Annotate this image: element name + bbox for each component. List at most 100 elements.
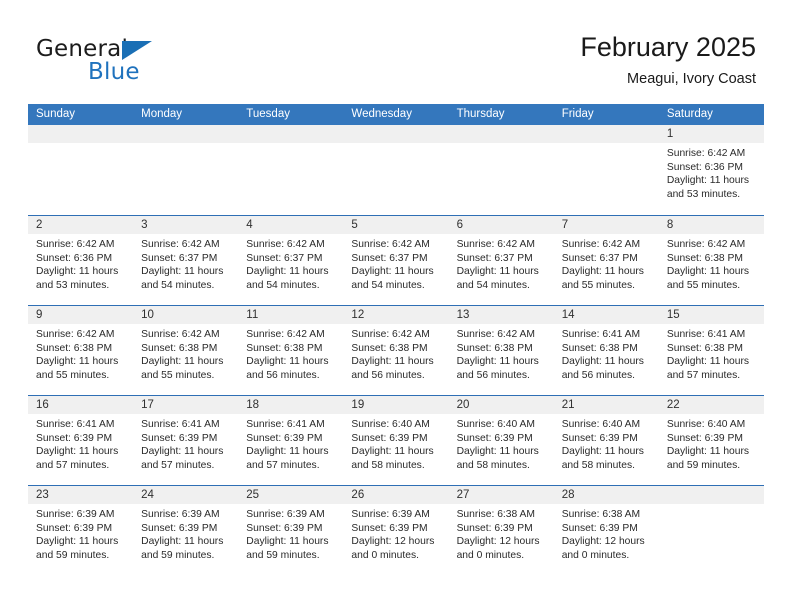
daylight-duration: Daylight: 11 hours and 58 minutes. xyxy=(351,446,434,471)
sunrise-time: Sunrise: 6:39 AM xyxy=(36,509,115,520)
day-number xyxy=(238,125,344,143)
title-block: February 2025 Meagui, Ivory Coast xyxy=(580,30,756,88)
calendar-day-cell[interactable]: 14 Sunrise: 6:41 AM Sunset: 6:38 PM Dayligh… xyxy=(553,306,659,395)
calendar-day-cell-empty xyxy=(238,125,344,215)
weekday-header-monday: Monday xyxy=(141,108,183,120)
calendar-day-cell[interactable]: 24 Sunrise: 6:39 AM Sunset: 6:39 PM Dayligh… xyxy=(133,486,239,575)
daylight-duration: Daylight: 11 hours and 59 minutes. xyxy=(141,536,224,561)
day-number: 26 xyxy=(343,486,449,504)
sunrise-time: Sunrise: 6:39 AM xyxy=(141,509,220,520)
calendar-day-cell-empty xyxy=(448,125,554,215)
day-number: 11 xyxy=(238,306,344,324)
calendar-week-row: 1 Sunrise: 6:42 AM Sunset: 6:36 PM Daylight… xyxy=(28,125,764,215)
day-details: Sunrise: 6:42 AM Sunset: 6:38 PM Daylight:… xyxy=(133,324,238,382)
calendar-day-cell[interactable]: 23 Sunrise: 6:39 AM Sunset: 6:39 PM Dayligh… xyxy=(28,486,134,575)
calendar-day-cell[interactable]: 19 Sunrise: 6:40 AM Sunset: 6:39 PM Dayligh… xyxy=(343,396,449,485)
daylight-duration: Daylight: 11 hours and 54 minutes. xyxy=(351,266,434,291)
daylight-duration: Daylight: 11 hours and 58 minutes. xyxy=(456,446,539,471)
calendar-day-cell[interactable]: 13 Sunrise: 6:42 AM Sunset: 6:38 PM Dayligh… xyxy=(448,306,554,395)
sunset-time: Sunset: 6:39 PM xyxy=(141,432,218,444)
sunset-time: Sunset: 6:37 PM xyxy=(246,252,323,264)
day-details: Sunrise: 6:39 AM Sunset: 6:39 PM Daylight:… xyxy=(28,504,133,562)
daylight-duration: Daylight: 11 hours and 59 minutes. xyxy=(36,536,119,561)
sunset-time: Sunset: 6:37 PM xyxy=(351,252,428,264)
calendar-day-cell[interactable]: 12 Sunrise: 6:42 AM Sunset: 6:38 PM Dayligh… xyxy=(343,306,449,395)
daylight-duration: Daylight: 11 hours and 54 minutes. xyxy=(141,266,224,291)
sunset-time: Sunset: 6:39 PM xyxy=(36,522,113,534)
daylight-duration: Daylight: 11 hours and 58 minutes. xyxy=(561,446,644,471)
sunrise-time: Sunrise: 6:42 AM xyxy=(246,239,325,250)
sunrise-time: Sunrise: 6:42 AM xyxy=(351,329,430,340)
day-number: 23 xyxy=(28,486,134,504)
calendar-day-cell[interactable]: 2 Sunrise: 6:42 AM Sunset: 6:36 PM Daylight… xyxy=(28,216,134,305)
day-number: 7 xyxy=(553,216,659,234)
daylight-duration: Daylight: 11 hours and 55 minutes. xyxy=(36,356,119,381)
calendar-day-cell[interactable]: 21 Sunrise: 6:40 AM Sunset: 6:39 PM Dayligh… xyxy=(553,396,659,485)
calendar-day-cell-empty xyxy=(553,125,659,215)
calendar-day-cell[interactable]: 26 Sunrise: 6:39 AM Sunset: 6:39 PM Dayligh… xyxy=(343,486,449,575)
calendar-day-cell[interactable]: 15 Sunrise: 6:41 AM Sunset: 6:38 PM Dayligh… xyxy=(658,306,764,395)
daylight-duration: Daylight: 11 hours and 56 minutes. xyxy=(456,356,539,381)
daylight-duration: Daylight: 11 hours and 54 minutes. xyxy=(246,266,329,291)
day-number: 20 xyxy=(448,396,554,414)
day-details: Sunrise: 6:40 AM Sunset: 6:39 PM Daylight:… xyxy=(554,414,659,472)
calendar-week-row: 9 Sunrise: 6:42 AM Sunset: 6:38 PM Daylight… xyxy=(28,305,764,395)
weekday-header-row: Sunday Monday Tuesday Wednesday Thursday Frid… xyxy=(28,104,764,125)
sunrise-time: Sunrise: 6:42 AM xyxy=(351,239,430,250)
sunset-time: Sunset: 6:39 PM xyxy=(456,432,533,444)
calendar-day-cell[interactable]: 22 Sunrise: 6:40 AM Sunset: 6:39 PM Dayligh… xyxy=(658,396,764,485)
calendar-day-cell[interactable]: 27 Sunrise: 6:38 AM Sunset: 6:39 PM Dayligh… xyxy=(448,486,554,575)
day-number: 16 xyxy=(28,396,134,414)
sunrise-time: Sunrise: 6:41 AM xyxy=(36,419,115,430)
day-details: Sunrise: 6:42 AM Sunset: 6:37 PM Daylight:… xyxy=(133,234,238,292)
sunrise-time: Sunrise: 6:42 AM xyxy=(666,239,746,250)
calendar-day-cell[interactable]: 3 Sunrise: 6:42 AM Sunset: 6:37 PM Daylight… xyxy=(133,216,239,305)
calendar-day-cell[interactable]: 10 Sunrise: 6:42 AM Sunset: 6:38 PM Dayligh… xyxy=(133,306,239,395)
calendar-day-cell[interactable]: 17 Sunrise: 6:41 AM Sunset: 6:39 PM Dayligh… xyxy=(133,396,239,485)
calendar-day-cell[interactable]: 1 Sunrise: 6:42 AM Sunset: 6:36 PM Daylight… xyxy=(658,125,764,215)
calendar-day-cell[interactable]: 8 Sunrise: 6:42 AM Sunset: 6:38 PM Daylight… xyxy=(658,216,764,305)
day-number: 2 xyxy=(28,216,134,234)
calendar-day-cell[interactable]: 28 Sunrise: 6:38 AM Sunset: 6:39 PM Dayligh… xyxy=(553,486,659,575)
calendar-day-cell-empty xyxy=(658,486,764,575)
day-details: Sunrise: 6:40 AM Sunset: 6:39 PM Daylight:… xyxy=(659,414,764,472)
calendar-day-cell[interactable]: 25 Sunrise: 6:39 AM Sunset: 6:39 PM Dayligh… xyxy=(238,486,344,575)
sunset-time: Sunset: 6:39 PM xyxy=(456,522,533,534)
calendar-day-cell[interactable]: 4 Sunrise: 6:42 AM Sunset: 6:37 PM Daylight… xyxy=(238,216,344,305)
sunset-time: Sunset: 6:39 PM xyxy=(561,522,638,534)
sunset-time: Sunset: 6:37 PM xyxy=(456,252,533,264)
daylight-duration: Daylight: 11 hours and 56 minutes. xyxy=(561,356,644,381)
calendar-day-cell-empty xyxy=(28,125,134,215)
calendar-day-cell[interactable]: 20 Sunrise: 6:40 AM Sunset: 6:39 PM Dayligh… xyxy=(448,396,554,485)
day-details: Sunrise: 6:40 AM Sunset: 6:39 PM Daylight:… xyxy=(449,414,554,472)
calendar-weeks: 1 Sunrise: 6:42 AM Sunset: 6:36 PM Daylight… xyxy=(28,125,764,575)
sunset-time: Sunset: 6:38 PM xyxy=(561,342,638,354)
sunrise-time: Sunrise: 6:41 AM xyxy=(666,329,746,340)
day-number: 6 xyxy=(448,216,554,234)
sunset-time: Sunset: 6:37 PM xyxy=(141,252,218,264)
brand-logo[interactable]: General Blue xyxy=(36,36,276,88)
daylight-duration: Daylight: 11 hours and 53 minutes. xyxy=(36,266,119,291)
calendar-day-cell[interactable]: 16 Sunrise: 6:41 AM Sunset: 6:39 PM Dayligh… xyxy=(28,396,134,485)
calendar-day-cell[interactable]: 18 Sunrise: 6:41 AM Sunset: 6:39 PM Dayligh… xyxy=(238,396,344,485)
sunset-time: Sunset: 6:38 PM xyxy=(351,342,428,354)
sunset-time: Sunset: 6:38 PM xyxy=(246,342,323,354)
calendar-day-cell[interactable]: 9 Sunrise: 6:42 AM Sunset: 6:38 PM Daylight… xyxy=(28,306,134,395)
day-number: 27 xyxy=(448,486,554,504)
day-number: 18 xyxy=(238,396,344,414)
sunset-time: Sunset: 6:38 PM xyxy=(666,342,743,354)
calendar-day-cell[interactable]: 6 Sunrise: 6:42 AM Sunset: 6:37 PM Daylight… xyxy=(448,216,554,305)
calendar-day-cell[interactable]: 5 Sunrise: 6:42 AM Sunset: 6:37 PM Daylight… xyxy=(343,216,449,305)
sunset-time: Sunset: 6:39 PM xyxy=(561,432,638,444)
calendar-page: General Blue February 2025 Meagui, Ivory… xyxy=(0,0,792,612)
sunset-time: Sunset: 6:39 PM xyxy=(351,432,428,444)
calendar-day-cell[interactable]: 11 Sunrise: 6:42 AM Sunset: 6:38 PM Dayligh… xyxy=(238,306,344,395)
sunset-time: Sunset: 6:38 PM xyxy=(666,252,743,264)
calendar-day-cell[interactable]: 7 Sunrise: 6:42 AM Sunset: 6:37 PM Daylight… xyxy=(553,216,659,305)
sunrise-time: Sunrise: 6:42 AM xyxy=(36,239,115,250)
sunset-time: Sunset: 6:37 PM xyxy=(561,252,638,264)
sunset-time: Sunset: 6:39 PM xyxy=(666,432,743,444)
day-details: Sunrise: 6:42 AM Sunset: 6:38 PM Daylight:… xyxy=(449,324,554,382)
sunrise-time: Sunrise: 6:42 AM xyxy=(36,329,115,340)
day-number: 14 xyxy=(553,306,659,324)
